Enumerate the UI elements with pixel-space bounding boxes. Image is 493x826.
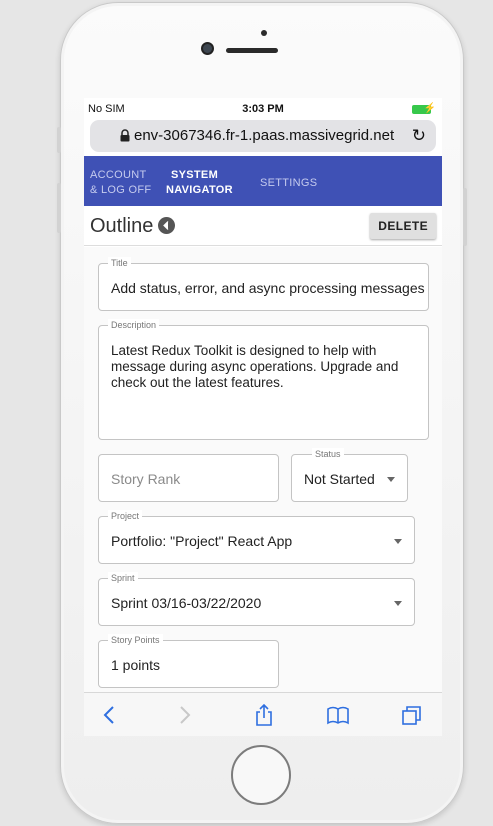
caret-down-icon: [394, 601, 402, 606]
nav-label: SYSTEM: [171, 169, 219, 181]
nav-label: NAVIGATOR: [166, 184, 233, 196]
share-icon[interactable]: [242, 693, 286, 736]
lock-icon: [120, 129, 130, 142]
description-field[interactable]: Description Latest Redux Toolkit is desi…: [98, 319, 429, 440]
chevron-left-circle-icon[interactable]: [158, 217, 175, 234]
volume-up-button: [57, 183, 61, 233]
story-points-value: 1 points: [111, 657, 161, 673]
project-select[interactable]: Project Portfolio: "Project" React App: [98, 510, 415, 564]
front-camera: [201, 42, 214, 55]
caret-down-icon: [394, 539, 402, 544]
browser-toolbar: [84, 692, 442, 736]
home-button[interactable]: [231, 745, 291, 805]
phone-screen: No SIM 3:03 PM ⚡ env-3067346.fr-1.paas.m…: [84, 98, 442, 736]
story-form: Title Add status, error, and async proce…: [84, 247, 442, 692]
bookmarks-icon[interactable]: [316, 693, 360, 736]
earpiece-speaker: [226, 48, 278, 53]
sprint-label: Sprint: [108, 572, 138, 584]
nav-settings[interactable]: SETTINGS: [260, 176, 317, 191]
title-label: Title: [108, 257, 131, 269]
delete-button[interactable]: DELETE: [370, 213, 436, 239]
story-points-label: Story Points: [108, 634, 163, 646]
tabs-icon[interactable]: [390, 693, 434, 736]
reload-icon[interactable]: ↻: [412, 126, 426, 146]
title-value: Add status, error, and async processing …: [111, 280, 425, 296]
status-select[interactable]: Status Not Started: [291, 448, 408, 502]
sprint-select[interactable]: Sprint Sprint 03/16-03/22/2020: [98, 572, 415, 626]
outline-header: Outline DELETE: [84, 206, 442, 246]
project-label: Project: [108, 510, 143, 522]
description-label: Description: [108, 319, 160, 331]
status-label: Status: [312, 448, 344, 460]
sprint-value: Sprint 03/16-03/22/2020: [111, 595, 262, 611]
back-icon[interactable]: [88, 693, 132, 736]
description-value: Latest Redux Toolkit is designed to help…: [111, 343, 399, 390]
nav-label: & LOG OFF: [90, 184, 152, 196]
url-text: env-3067346.fr-1.paas.massivegrid.net: [134, 127, 395, 144]
forward-icon[interactable]: [162, 693, 206, 736]
mute-switch: [57, 127, 61, 153]
nav-account-log-off[interactable]: ACCOUNT & LOG OFF: [90, 168, 151, 198]
battery-icon: ⚡: [412, 103, 436, 114]
nav-label: SETTINGS: [260, 177, 318, 189]
title-field[interactable]: Title Add status, error, and async proce…: [98, 257, 429, 311]
app-nav-bar: ACCOUNT & LOG OFF SYSTEM NAVIGATOR SETTI…: [84, 156, 442, 206]
story-rank-placeholder: Story Rank: [111, 471, 181, 487]
address-bar[interactable]: env-3067346.fr-1.paas.massivegrid.net ↻: [90, 120, 436, 152]
story-rank-input[interactable]: Story Rank: [98, 454, 279, 502]
clock: 3:03 PM: [242, 103, 284, 115]
story-points-field[interactable]: Story Points 1 points: [98, 634, 279, 688]
caret-down-icon: [387, 477, 395, 482]
project-value: Portfolio: "Project" React App: [111, 533, 293, 549]
page-title: Outline: [90, 215, 154, 237]
nav-label: ACCOUNT: [90, 169, 147, 181]
power-button: [463, 188, 467, 246]
proximity-sensor: [261, 30, 267, 36]
status-bar: No SIM 3:03 PM ⚡: [84, 98, 442, 120]
nav-system-navigator[interactable]: SYSTEM NAVIGATOR: [166, 168, 233, 198]
status-value: Not Started: [304, 471, 375, 487]
